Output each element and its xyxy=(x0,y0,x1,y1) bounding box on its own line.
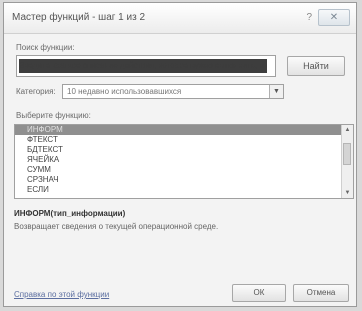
function-wizard-dialog: Мастер функций - шаг 1 из 2 ? ✕ Поиск фу… xyxy=(3,2,357,307)
scroll-thumb[interactable] xyxy=(343,143,351,165)
cancel-button[interactable]: Отмена xyxy=(293,284,349,302)
title-bar: Мастер функций - шаг 1 из 2 ? ✕ xyxy=(4,3,356,34)
function-list-item[interactable]: ИНФОРМ xyxy=(15,125,353,135)
close-button[interactable]: ✕ xyxy=(318,9,350,26)
help-icon[interactable]: ? xyxy=(306,11,312,25)
help-link[interactable]: Справка по этой функции xyxy=(14,290,109,299)
category-value: 10 недавно использовавшихся xyxy=(67,87,182,96)
function-list-item[interactable]: ФТЕКСТ xyxy=(15,135,353,145)
scroll-up-icon[interactable]: ▲ xyxy=(342,125,353,135)
window-title: Мастер функций - шаг 1 из 2 xyxy=(12,12,146,23)
function-list-label: Выберите функцию: xyxy=(16,111,91,120)
function-list-item[interactable]: СРЗНАЧ xyxy=(15,175,353,185)
find-button[interactable]: Найти xyxy=(287,56,345,76)
function-list-item[interactable]: БДТЕКСТ xyxy=(15,145,353,155)
function-syntax: ИНФОРМ(тип_информации) xyxy=(14,209,126,218)
category-select[interactable]: 10 недавно использовавшихся ▼ xyxy=(62,84,284,99)
search-label: Поиск функции: xyxy=(16,43,75,52)
chevron-down-icon[interactable]: ▼ xyxy=(269,85,283,98)
list-scrollbar[interactable]: ▲ ▼ xyxy=(341,125,353,198)
function-description: Возвращает сведения о текущей операционн… xyxy=(14,222,219,231)
function-list-item[interactable]: СУММ xyxy=(15,165,353,175)
function-list-items: ИНФОРМ ФТЕКСТ БДТЕКСТ ЯЧЕЙКА СУММ СРЗНАЧ ЕСЛИ xyxy=(15,125,353,195)
function-list-item[interactable]: ЯЧЕЙКА xyxy=(15,155,353,165)
function-list[interactable]: ИНФОРМ ФТЕКСТ БДТЕКСТ ЯЧЕЙКА СУММ СРЗНАЧ ЕСЛИ … xyxy=(14,124,354,199)
function-list-item[interactable]: ЕСЛИ xyxy=(15,185,353,195)
title-bar-controls: ? ✕ xyxy=(306,9,350,26)
scroll-down-icon[interactable]: ▼ xyxy=(342,188,353,198)
search-input-value: Введите краткое описание действия, котор… xyxy=(19,59,267,73)
category-label: Категория: xyxy=(16,87,56,96)
ok-button[interactable]: ОК xyxy=(232,284,286,302)
search-input[interactable]: Введите краткое описание действия, котор… xyxy=(16,55,276,77)
